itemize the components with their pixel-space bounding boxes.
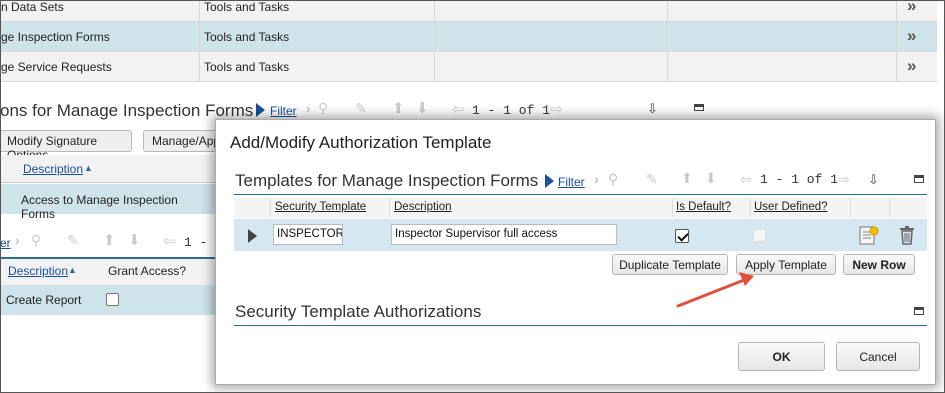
annotation-arrow-icon: [676, 272, 754, 308]
